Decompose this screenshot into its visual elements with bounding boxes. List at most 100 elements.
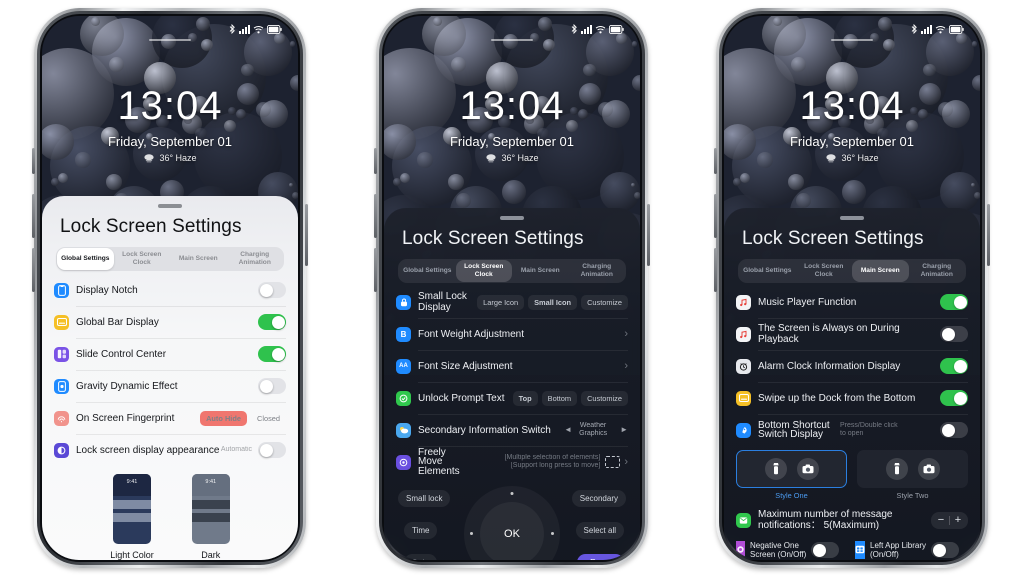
wallpaper-bubble: [292, 192, 298, 200]
element-dial-pad: OK Small lock Time Date Secondary Select…: [384, 482, 640, 560]
option-bottom[interactable]: Bottom: [541, 390, 578, 406]
stepper-minus-button[interactable]: −: [933, 512, 949, 529]
dial-key-select-all[interactable]: Select all: [575, 522, 624, 539]
dial-key-time[interactable]: Time: [404, 522, 438, 539]
row-font-size-adjustment[interactable]: AA Font Size Adjustment ›: [384, 350, 640, 382]
option-customize[interactable]: Customize: [581, 294, 628, 310]
toggle-bottom-shortcut[interactable]: [940, 422, 968, 438]
appearance-option-light[interactable]: 9:41 Light Color: [110, 474, 154, 560]
row-alarm-clock-information-display[interactable]: Alarm Clock Information Display: [724, 350, 980, 382]
row-negative-one-screen[interactable]: Negative One Screen (On/Off): [736, 541, 849, 559]
toggle-negative-one-screen[interactable]: [811, 542, 840, 558]
option-small-icon[interactable]: Small Icon: [528, 294, 578, 310]
shortcut-icon: [736, 422, 751, 438]
wallpaper-bubble: [940, 172, 980, 212]
row-screen-always-on-playback[interactable]: The Screen is Always on During Playback: [724, 318, 980, 350]
tab-bar: Global Settings Lock Screen Clock Main S…: [738, 259, 966, 283]
notifications-stepper[interactable]: − +: [931, 511, 968, 529]
side-button-mute[interactable]: [714, 148, 717, 174]
clock-time: 13:04: [799, 84, 905, 128]
tab-charging-animation[interactable]: Charging Animation: [569, 260, 626, 282]
toggle-left-app-library[interactable]: [931, 542, 960, 558]
stepper-plus-button[interactable]: +: [950, 512, 966, 529]
sheet-grabber[interactable]: [158, 204, 182, 208]
option-closed[interactable]: Closed: [251, 411, 286, 426]
tab-charging-animation[interactable]: Charging Animation: [909, 260, 966, 282]
side-button-volume-down[interactable]: [374, 248, 377, 292]
row-lock-screen-appearance[interactable]: Lock screen display appearance Automatic: [42, 434, 298, 466]
style-option-one[interactable]: [736, 450, 847, 488]
toggle-screen-always-on[interactable]: [940, 326, 968, 342]
row-label: Bottom Shortcut Switch Display: [758, 419, 830, 440]
tab-main-screen[interactable]: Main Screen: [512, 260, 569, 282]
row-freely-move-elements[interactable]: Freely Move Elements [Multiple selection…: [384, 446, 640, 478]
appearance-option-dark[interactable]: 9:41 Dark: [191, 474, 230, 560]
lockscreen-clock: 13:04 Friday, September 01 36° Haze: [42, 84, 298, 163]
side-button-volume-up[interactable]: [714, 194, 717, 238]
dial-key-secondary[interactable]: Secondary: [571, 490, 626, 507]
toggle-swipe-up-dock[interactable]: [940, 390, 968, 406]
sheet-grabber[interactable]: [500, 216, 524, 220]
toggle-global-bar-display[interactable]: [258, 314, 286, 330]
side-button-mute[interactable]: [32, 148, 35, 174]
music-icon: [736, 326, 751, 342]
toggle-music-player-function[interactable]: [940, 294, 968, 310]
style-option-two[interactable]: [857, 450, 968, 488]
side-button-volume-up[interactable]: [32, 194, 35, 238]
option-top[interactable]: Top: [512, 390, 538, 406]
chevron-right-icon: ›: [624, 360, 628, 372]
tab-main-screen[interactable]: Main Screen: [852, 260, 909, 282]
arrow-left-icon[interactable]: ◄: [564, 426, 572, 434]
option-auto-hide[interactable]: Auto Hide: [200, 410, 247, 426]
row-global-bar-display[interactable]: Global Bar Display: [42, 306, 298, 338]
toggle-alarm-clock-display[interactable]: [940, 358, 968, 374]
cloud-icon: [826, 154, 837, 163]
row-display-notch[interactable]: Display Notch: [42, 274, 298, 306]
option-customize[interactable]: Customize: [581, 390, 628, 406]
signal-icon: [581, 24, 592, 34]
row-music-player-function[interactable]: Music Player Function: [724, 286, 980, 318]
dial-key-small-lock[interactable]: Small lock: [398, 490, 451, 507]
row-on-screen-fingerprint[interactable]: On Screen Fingerprint Auto Hide Closed: [42, 402, 298, 434]
toggle-display-notch[interactable]: [258, 282, 286, 298]
dial-key-reset[interactable]: Reset: [577, 554, 624, 560]
row-swipe-up-dock[interactable]: Swipe up the Dock from the Bottom: [724, 382, 980, 414]
row-font-weight-adjustment[interactable]: B Font Weight Adjustment ›: [384, 318, 640, 350]
tab-main-screen[interactable]: Main Screen: [170, 248, 227, 270]
option-large-icon[interactable]: Large Icon: [477, 294, 525, 310]
tab-lock-screen-clock[interactable]: Lock Screen Clock: [796, 260, 853, 282]
side-button-volume-down[interactable]: [714, 248, 717, 292]
arrow-right-icon[interactable]: ►: [620, 426, 628, 434]
selection-box-icon[interactable]: [605, 456, 621, 468]
side-button-volume-down[interactable]: [32, 248, 35, 292]
tab-lock-screen-clock[interactable]: Lock Screen Clock: [455, 260, 512, 282]
appearance-preview-dark: 9:41: [191, 474, 230, 544]
toggle-slide-control-center[interactable]: [258, 346, 286, 362]
toggle-appearance[interactable]: [258, 442, 286, 458]
dial-ok-button[interactable]: OK: [492, 514, 532, 554]
tab-global-settings[interactable]: Global Settings: [399, 260, 456, 282]
row-unlock-prompt-text[interactable]: Unlock Prompt Text Top Bottom Customize: [384, 382, 640, 414]
toggle-gravity-dynamic-effect[interactable]: [258, 378, 286, 394]
secondary-info-value: Weather Graphics: [579, 422, 608, 437]
row-max-notifications[interactable]: Maximum number of message notifications：…: [724, 504, 980, 536]
row-secondary-information-switch[interactable]: Secondary Information Switch ◄ Weather G…: [384, 414, 640, 446]
tab-lock-screen-clock[interactable]: Lock Screen Clock: [114, 248, 171, 270]
sheet-grabber[interactable]: [840, 216, 864, 220]
row-bottom-shortcut-switch[interactable]: Bottom Shortcut Switch Display Press/Dou…: [724, 414, 980, 446]
side-button-volume-up[interactable]: [374, 194, 377, 238]
side-button-mute[interactable]: [374, 148, 377, 174]
clock-time: 13:04: [117, 84, 223, 128]
row-small-lock-display[interactable]: Small Lock Display Large Icon Small Icon…: [384, 286, 640, 318]
side-button-power[interactable]: [305, 204, 308, 266]
dial-key-date[interactable]: Date: [404, 554, 437, 560]
row-gravity-dynamic-effect[interactable]: Gravity Dynamic Effect: [42, 370, 298, 402]
side-button-power[interactable]: [987, 204, 990, 266]
tab-global-settings[interactable]: Global Settings: [57, 248, 114, 270]
row-left-app-library[interactable]: Left App Library (On/Off): [855, 541, 968, 559]
tab-global-settings[interactable]: Global Settings: [739, 260, 796, 282]
side-button-power[interactable]: [647, 204, 650, 266]
tab-charging-animation[interactable]: Charging Animation: [227, 248, 284, 270]
row-slide-control-center[interactable]: Slide Control Center: [42, 338, 298, 370]
hint-line-2: to open: [840, 430, 864, 437]
